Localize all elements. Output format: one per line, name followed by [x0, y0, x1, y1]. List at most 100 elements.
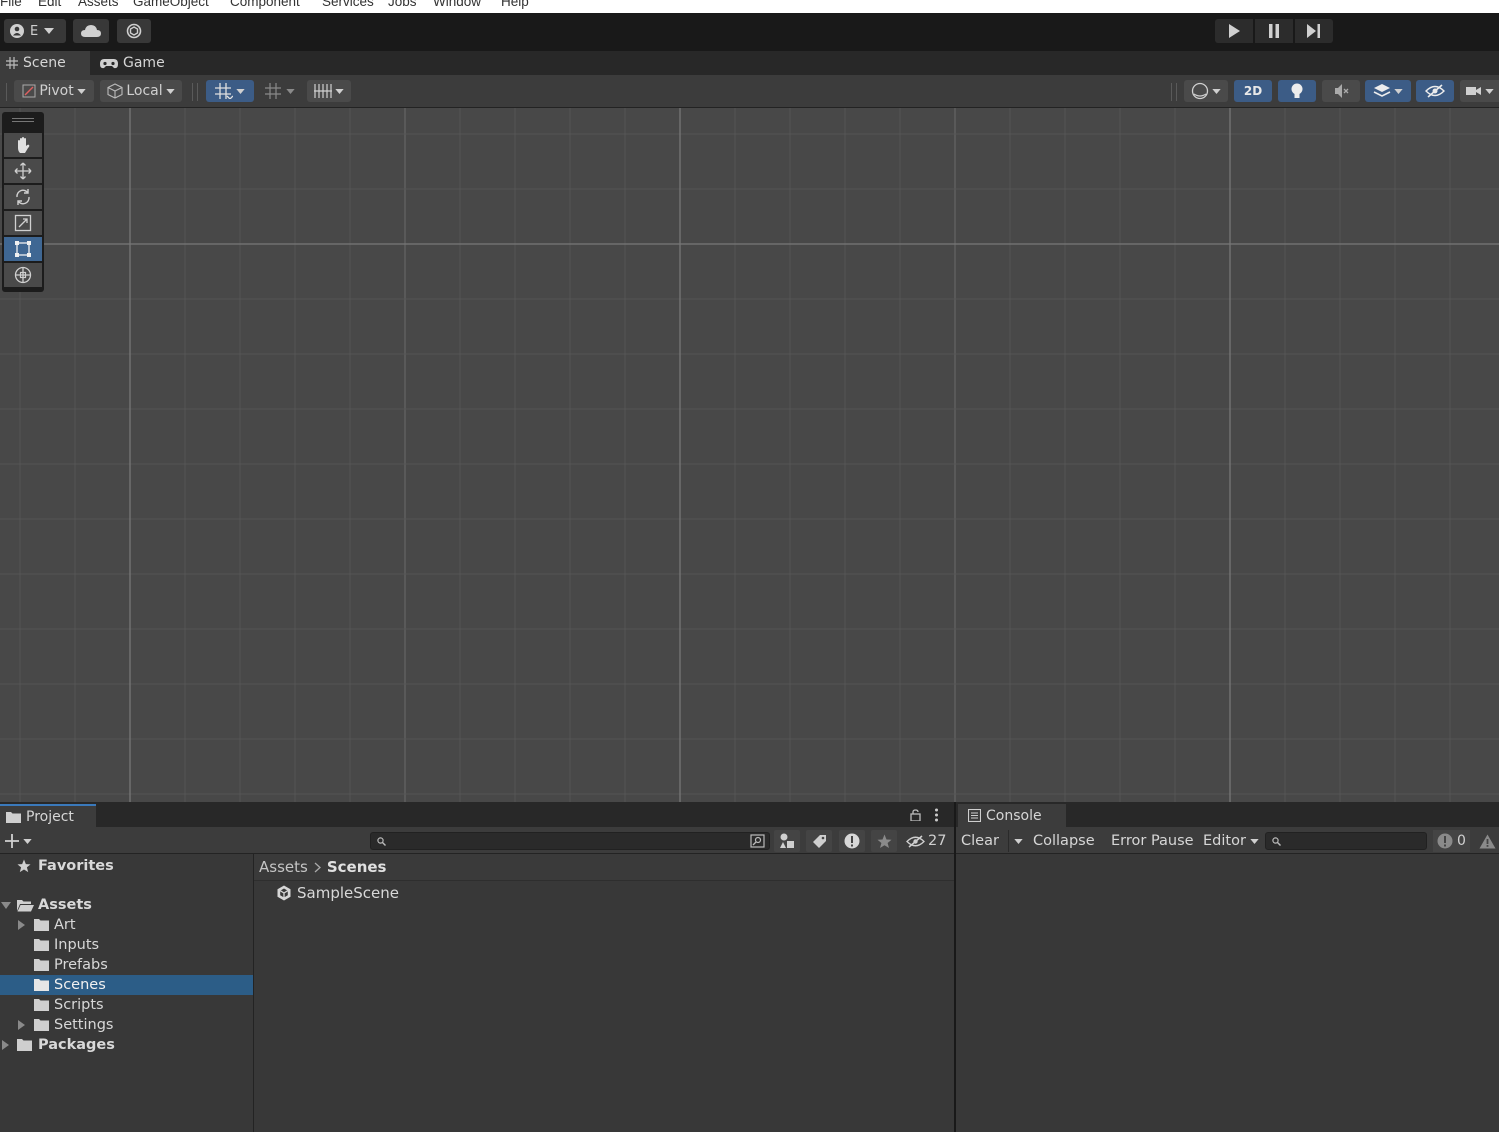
clear-button[interactable]: Clear: [961, 830, 999, 852]
collapse-toggle[interactable]: Collapse: [1033, 830, 1095, 852]
tree-item-scenes[interactable]: Scenes: [0, 975, 253, 995]
move-tool-button[interactable]: [4, 159, 42, 183]
tree-packages[interactable]: Packages: [0, 1035, 253, 1055]
cloud-button[interactable]: [73, 19, 109, 43]
breadcrumb-assets[interactable]: Assets: [259, 858, 308, 876]
menu-gameobject[interactable]: GameObject: [133, 0, 209, 9]
step-button[interactable]: [1295, 19, 1333, 43]
2d-mode-toggle[interactable]: 2D: [1234, 80, 1272, 102]
tree-item-label: Inputs: [54, 937, 100, 953]
search-mode-icon[interactable]: [750, 834, 765, 848]
scene-viewport[interactable]: [0, 108, 1499, 802]
collapsed-arrow-icon[interactable]: [18, 1020, 25, 1030]
account-dropdown[interactable]: E: [4, 19, 66, 43]
chevron-down-icon: [335, 88, 344, 94]
grid-snap-toggle[interactable]: [206, 80, 254, 102]
breadcrumb: Assets Scenes: [254, 854, 954, 881]
hidden-packages-toggle[interactable]: 27: [906, 830, 952, 852]
hidden-count: 27: [928, 833, 947, 849]
local-dropdown[interactable]: Local: [100, 80, 182, 102]
menu-jobs[interactable]: Jobs: [388, 0, 417, 9]
asset-item-samplescene[interactable]: SampleScene: [276, 883, 399, 903]
menu-help[interactable]: Help: [501, 0, 529, 9]
console-panel: Console Clear Collapse Error Pause Edito…: [956, 802, 1499, 1132]
search-by-label-button[interactable]: [806, 830, 832, 852]
console-search-field[interactable]: [1265, 832, 1427, 850]
rotate-tool-button[interactable]: [4, 185, 42, 209]
console-tab-strip: Console: [956, 802, 1499, 827]
collab-icon: [126, 23, 142, 39]
menu-assets[interactable]: Assets: [78, 0, 119, 9]
tree-item-settings[interactable]: Settings: [0, 1015, 253, 1035]
scene-visibility-toggle[interactable]: [1416, 80, 1454, 102]
play-button[interactable]: [1215, 19, 1253, 43]
lock-icon[interactable]: [910, 809, 921, 821]
error-pause-toggle[interactable]: Error Pause: [1111, 830, 1194, 852]
ruler-dropdown[interactable]: [307, 80, 351, 102]
pivot-dropdown[interactable]: Pivot: [14, 80, 94, 102]
menu-window[interactable]: Window: [433, 0, 481, 9]
effects-dropdown[interactable]: [1365, 80, 1411, 102]
tree-item-prefabs[interactable]: Prefabs: [0, 955, 253, 975]
error-count: 0: [1457, 833, 1466, 849]
clear-options-dropdown[interactable]: [1008, 830, 1028, 852]
overlay-grip[interactable]: [12, 118, 34, 119]
tree-item-inputs[interactable]: Inputs: [0, 935, 253, 955]
hand-tool-button[interactable]: [4, 133, 42, 157]
expanded-arrow-icon[interactable]: [1, 902, 11, 909]
menu-component[interactable]: Component: [230, 0, 300, 9]
tree-packages-label: Packages: [38, 1037, 115, 1053]
pause-button[interactable]: [1255, 19, 1293, 43]
tab-scene-label: Scene: [23, 55, 66, 71]
tab-project[interactable]: Project: [0, 804, 96, 827]
chevron-down-icon: [23, 838, 32, 844]
tab-game[interactable]: Game: [94, 51, 174, 75]
lighting-toggle[interactable]: [1278, 80, 1316, 102]
collab-button[interactable]: [117, 19, 151, 43]
camera-dropdown[interactable]: [1460, 80, 1499, 102]
draw-mode-dropdown[interactable]: [1184, 80, 1228, 102]
menu-file[interactable]: File: [0, 0, 22, 9]
chevron-down-icon: [1394, 88, 1403, 94]
project-search-input[interactable]: [391, 833, 743, 849]
transform-tool-button[interactable]: [4, 263, 42, 287]
audio-mute-icon: [1335, 84, 1349, 98]
error-count-toggle[interactable]: 0: [1433, 830, 1470, 852]
tab-scene[interactable]: Scene: [0, 51, 90, 75]
folder-icon: [34, 959, 49, 971]
scene-grid: [0, 108, 1499, 802]
search-by-type-button[interactable]: [774, 830, 800, 852]
tree-favorites[interactable]: Favorites: [0, 856, 253, 876]
star-icon: [17, 859, 31, 873]
gamepad-icon: [100, 58, 118, 68]
warning-triangle-icon: [1479, 834, 1496, 848]
more-options-icon[interactable]: [934, 808, 939, 822]
camera-icon: [1465, 87, 1481, 95]
create-dropdown[interactable]: [2, 830, 36, 852]
increment-snap-dropdown[interactable]: [258, 80, 302, 102]
search-by-log-button[interactable]: [839, 830, 865, 852]
scale-tool-button[interactable]: [4, 211, 42, 235]
favorites-button[interactable]: [871, 830, 897, 852]
search-icon: [377, 837, 386, 846]
assets-content: Assets Scenes SampleScene: [254, 854, 954, 1132]
console-search-input[interactable]: [1286, 833, 1422, 849]
project-search-field[interactable]: [370, 832, 770, 850]
lightbulb-icon: [1291, 83, 1303, 98]
collapsed-arrow-icon[interactable]: [2, 1040, 9, 1050]
breadcrumb-scenes[interactable]: Scenes: [327, 858, 387, 876]
warning-count-toggle[interactable]: [1479, 830, 1496, 852]
tree-item-label: Art: [54, 917, 76, 933]
audio-toggle[interactable]: [1322, 80, 1360, 102]
rect-tool-button[interactable]: [4, 237, 42, 261]
menu-edit[interactable]: Edit: [38, 0, 61, 9]
tree-item-scripts[interactable]: Scripts: [0, 995, 253, 1015]
increment-snap-icon: [265, 83, 281, 99]
collapsed-arrow-icon[interactable]: [18, 920, 25, 930]
editor-dropdown[interactable]: Editor: [1203, 830, 1259, 852]
chevron-down-icon: [77, 88, 86, 94]
tree-item-art[interactable]: Art: [0, 915, 253, 935]
tree-assets[interactable]: Assets: [0, 895, 253, 915]
tab-console[interactable]: Console: [958, 804, 1066, 827]
menu-services[interactable]: Services: [322, 0, 374, 9]
